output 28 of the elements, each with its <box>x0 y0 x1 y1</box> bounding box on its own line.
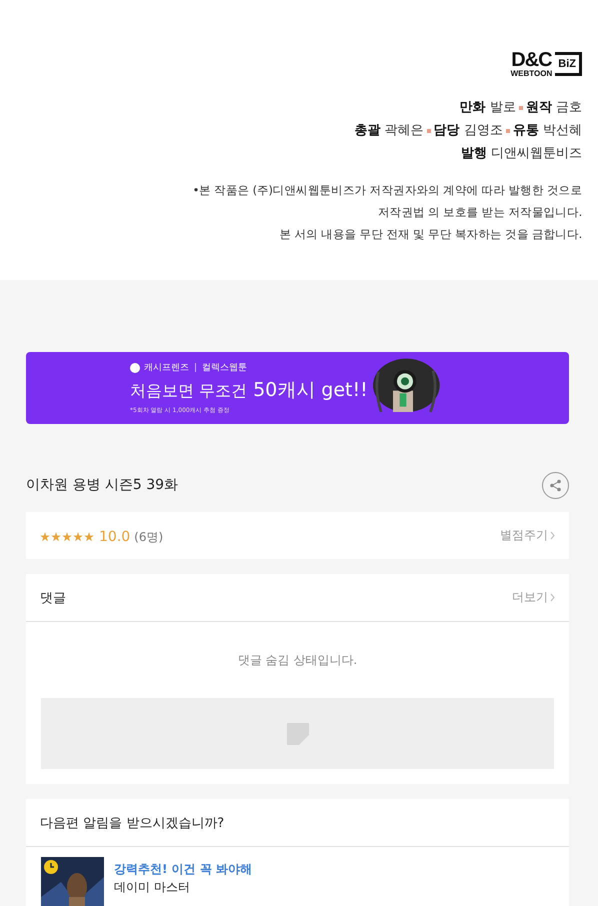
rating-score: 10.0 <box>99 528 130 544</box>
copyright-notice: 저작권법 의 보호를 받는 저작물입니다. <box>378 204 582 221</box>
series-title[interactable]: 데이미 마스터 <box>114 879 252 896</box>
credit-text: 발행 디앤씨웹툰비즈 <box>460 145 582 163</box>
partner-name: 컬렉스웹툰 <box>202 362 247 374</box>
credit-text: 담당 김영조 <box>434 122 503 140</box>
copyright-notice: 본 서의 내용을 무단 전재 및 무단 복자하는 것을 금합니다. <box>279 226 582 243</box>
share-icon <box>549 478 562 492</box>
episode-title: 이차원 용병 시즌5 39화 <box>26 476 178 494</box>
credit-text: 총괄 곽혜은 <box>354 122 424 140</box>
publisher-logo: D&C WEBTOON BiZ <box>510 50 582 78</box>
brand-name: 캐시프렌즈 <box>144 362 189 374</box>
chevron-icon <box>550 593 555 602</box>
brand-icon <box>130 362 140 372</box>
credit-text: 원작 금호 <box>526 99 582 117</box>
credit-text: 만화 발로 <box>460 99 516 117</box>
share-button[interactable] <box>542 472 569 498</box>
copyright-notice: •본 작품은 (주)디앤씨웹툰비즈가 저작권자와의 계약에 따라 발행한 것으로 <box>192 182 582 199</box>
credit-text: 유통 박선혜 <box>512 122 582 140</box>
comments-heading: 댓글 <box>40 590 66 606</box>
chevron-icon <box>550 531 555 540</box>
rating-count: (6명) <box>134 530 164 544</box>
placeholder-icon <box>286 722 308 744</box>
alert-question: 다음편 알림을 받으시겠습니까? <box>40 814 224 832</box>
banner-highlight: 50캐시 get!! <box>253 378 368 403</box>
hidden-comments-message: 댓글 숨김 상태입니다. <box>238 653 358 667</box>
banner-headline: 처음보면 무조건 <box>130 381 248 402</box>
recommendation-tag: 강력추천! 이건 꼭 봐야해 <box>114 861 252 878</box>
